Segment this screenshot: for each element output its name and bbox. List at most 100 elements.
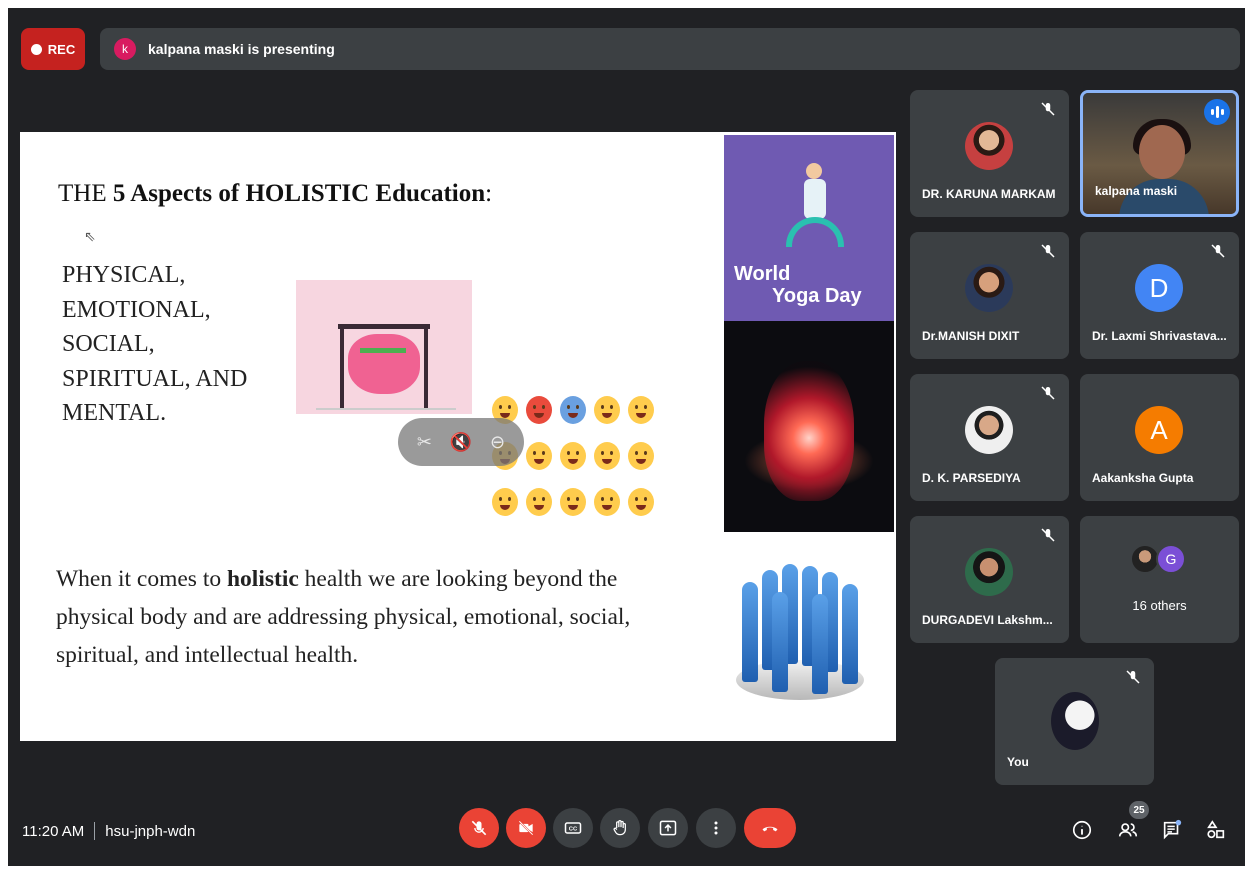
clock-time: 11:20 AM bbox=[22, 822, 85, 840]
meeting-code: hsu-jnph-wdn bbox=[105, 822, 196, 840]
yoga-line2: Yoga Day bbox=[772, 285, 862, 307]
mic-off-icon bbox=[1126, 670, 1140, 684]
mouse-cursor-icon: ⇖ bbox=[84, 228, 96, 244]
mic-off-icon bbox=[1211, 244, 1225, 258]
recording-label: REC bbox=[47, 41, 76, 57]
people-count-badge: 25 bbox=[1129, 801, 1149, 819]
avatar bbox=[965, 406, 1013, 454]
present-icon bbox=[659, 820, 677, 836]
meditation-image bbox=[724, 321, 894, 532]
chat-button[interactable] bbox=[1160, 818, 1184, 842]
recording-indicator[interactable]: REC bbox=[21, 28, 85, 70]
captions-button[interactable]: CC bbox=[553, 808, 593, 848]
others-count: 16 others bbox=[1132, 598, 1187, 613]
activities-icon bbox=[1207, 820, 1225, 839]
remove-icon[interactable]: ⊖ bbox=[490, 432, 505, 453]
presenter-avatar: k bbox=[114, 38, 136, 60]
people-icon bbox=[1118, 823, 1138, 837]
emoji-icon bbox=[526, 396, 552, 424]
mic-off-icon bbox=[1041, 102, 1055, 116]
aspect-item: SOCIAL, bbox=[62, 331, 155, 357]
emoji-icon bbox=[594, 442, 620, 470]
captions-icon: CC bbox=[564, 822, 582, 834]
mute-audio-icon[interactable]: 🔇 bbox=[450, 432, 472, 453]
slide-body-text: When it comes to holistic health we are … bbox=[56, 560, 696, 674]
activities-button[interactable] bbox=[1204, 818, 1228, 842]
more-vert-icon bbox=[714, 821, 718, 835]
svg-text:CC: CC bbox=[569, 827, 578, 833]
mic-off-icon bbox=[1041, 244, 1055, 258]
participant-name: You bbox=[1007, 755, 1029, 769]
pin-icon[interactable]: ✂ bbox=[417, 432, 432, 453]
avatar: D bbox=[1135, 264, 1183, 312]
info-icon bbox=[1072, 820, 1092, 840]
present-screen-button[interactable] bbox=[648, 808, 688, 848]
more-options-button[interactable] bbox=[696, 808, 736, 848]
self-tile[interactable]: You bbox=[995, 658, 1154, 785]
participant-tile[interactable]: Dr.MANISH DIXIT bbox=[910, 232, 1069, 359]
participant-name: Dr.MANISH DIXIT bbox=[922, 329, 1020, 343]
social-group-image bbox=[732, 542, 872, 702]
participant-tile[interactable]: DR. KARUNA MARKAM bbox=[910, 90, 1069, 217]
camera-off-icon bbox=[518, 820, 534, 836]
aspect-item: EMOTIONAL, bbox=[62, 296, 211, 323]
emoji-icon bbox=[628, 442, 654, 470]
participant-tile[interactable]: DURGADEVI Lakshm... bbox=[910, 516, 1069, 643]
aspect-item: SPIRITUAL, AND bbox=[62, 365, 248, 392]
others-tile[interactable]: G 16 others bbox=[1080, 516, 1239, 643]
participant-tile[interactable]: D Dr. Laxmi Shrivastava... bbox=[1080, 232, 1239, 359]
participant-tile[interactable]: A Aakanksha Gupta bbox=[1080, 374, 1239, 501]
body-bold: holistic bbox=[226, 566, 299, 592]
meeting-details: 11:20 AM hsu-jnph-wdn bbox=[22, 822, 195, 840]
mic-off-icon bbox=[1041, 528, 1055, 542]
chat-icon bbox=[1163, 819, 1182, 840]
mic-off-icon bbox=[471, 820, 487, 836]
aspect-item: MENTAL. bbox=[62, 400, 167, 426]
participant-name: Aakanksha Gupta bbox=[1092, 471, 1194, 485]
body-pre: When it comes to bbox=[56, 566, 227, 592]
mic-off-icon bbox=[1041, 386, 1055, 400]
emoji-icon bbox=[628, 396, 654, 424]
yoga-day-caption: World Yoga Day bbox=[734, 263, 862, 307]
presenting-banner: k kalpana maski is presenting bbox=[100, 28, 1240, 70]
emoji-icon bbox=[560, 488, 586, 516]
avatar bbox=[1051, 692, 1099, 750]
microphone-button[interactable] bbox=[459, 808, 499, 848]
people-button[interactable] bbox=[1116, 818, 1140, 842]
participant-name: kalpana maski bbox=[1095, 184, 1178, 198]
yoga-line1: World bbox=[734, 263, 791, 285]
avatar bbox=[965, 548, 1013, 596]
raise-hand-button[interactable] bbox=[600, 808, 640, 848]
meet-window: REC k kalpana maski is presenting THE 5 … bbox=[8, 8, 1245, 866]
emoji-icon bbox=[526, 488, 552, 516]
record-dot-icon bbox=[30, 43, 42, 55]
participant-name: Dr. Laxmi Shrivastava... bbox=[1092, 329, 1227, 343]
participant-tile-active[interactable]: kalpana maski bbox=[1080, 90, 1239, 217]
shared-screen: THE 5 Aspects of HOLISTIC Education: ⇖ P… bbox=[20, 132, 896, 741]
emoji-icon bbox=[560, 442, 586, 470]
participant-name: DURGADEVI Lakshm... bbox=[922, 613, 1053, 627]
emoji-icon bbox=[628, 488, 654, 516]
yoga-day-image: World Yoga Day bbox=[724, 135, 894, 321]
participant-name: D. K. PARSEDIYA bbox=[922, 471, 1021, 485]
avatar: A bbox=[1135, 406, 1183, 454]
avatar bbox=[965, 122, 1013, 170]
exercise-illustration bbox=[296, 280, 472, 414]
slide-title-bold: 5 Aspects of HOLISTIC Education bbox=[112, 180, 486, 207]
camera-button[interactable] bbox=[506, 808, 546, 848]
avatar bbox=[965, 264, 1013, 312]
emoji-icon bbox=[492, 488, 518, 516]
leave-call-button[interactable] bbox=[744, 808, 796, 848]
slide-title-pre: THE bbox=[58, 180, 113, 207]
emoji-icon bbox=[526, 442, 552, 470]
slide-title: THE 5 Aspects of HOLISTIC Education: bbox=[58, 180, 492, 208]
tile-hover-controls: ✂ 🔇 ⊖ bbox=[398, 418, 524, 466]
avatar: G bbox=[1156, 544, 1186, 574]
emoji-icon bbox=[594, 488, 620, 516]
emoji-icon bbox=[594, 396, 620, 424]
slide-title-post: : bbox=[485, 180, 493, 207]
hand-icon bbox=[613, 820, 626, 836]
participant-tile[interactable]: D. K. PARSEDIYA bbox=[910, 374, 1069, 501]
meeting-details-button[interactable] bbox=[1070, 818, 1094, 842]
presenting-text: kalpana maski is presenting bbox=[148, 41, 335, 57]
